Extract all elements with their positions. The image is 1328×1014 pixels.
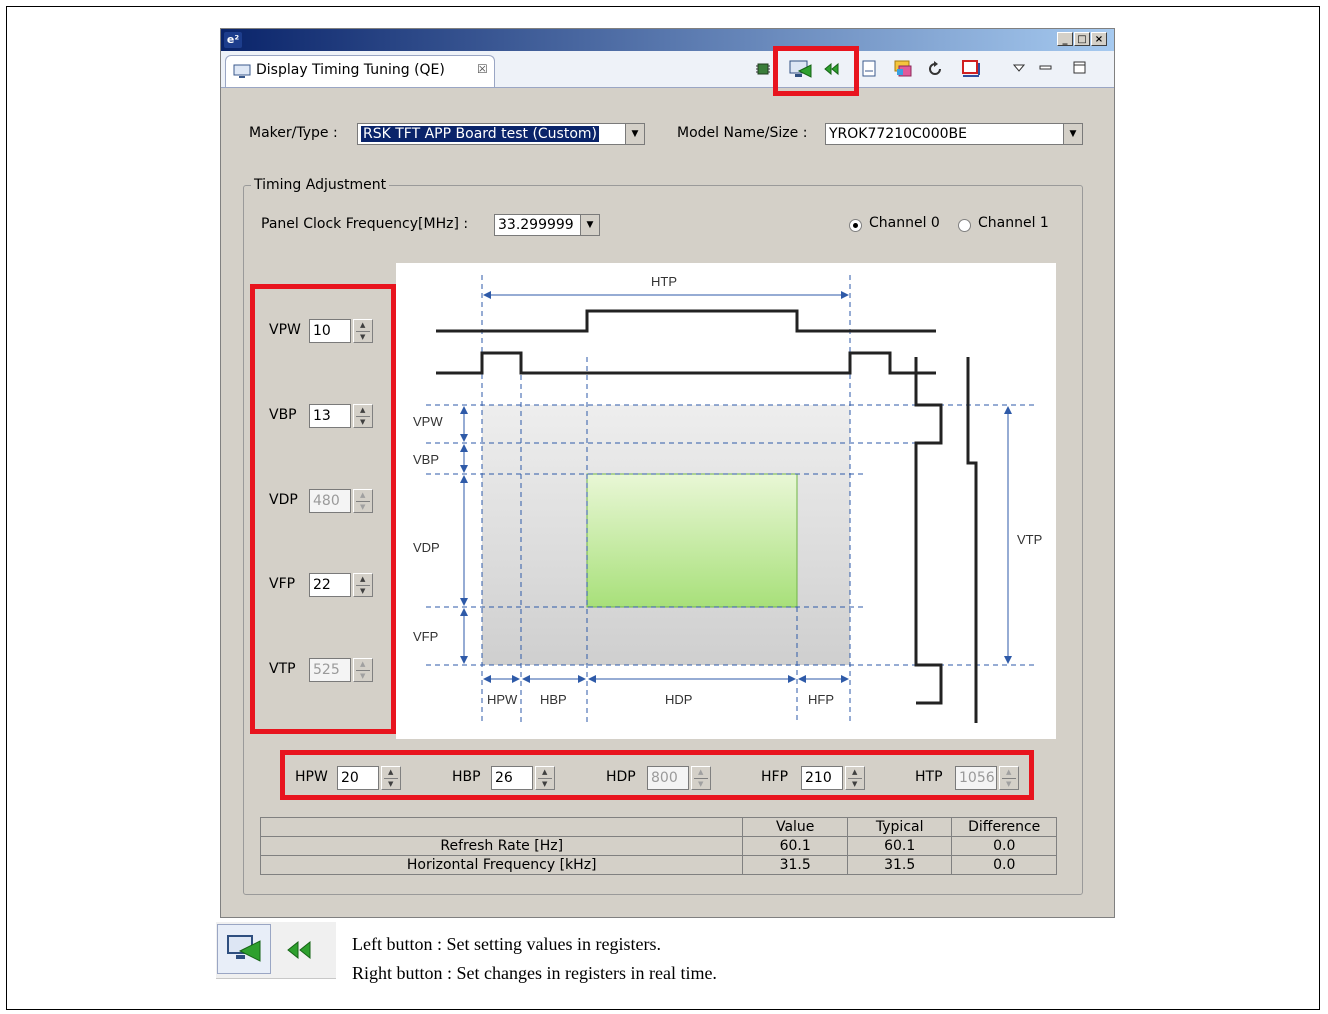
- channel0-radio[interactable]: [849, 219, 862, 232]
- maker-label: Maker/Type :: [249, 125, 338, 141]
- label-vfp: VFP: [413, 629, 438, 644]
- label-htp: HTP: [651, 274, 677, 289]
- model-value: YROK77210C000BE: [829, 126, 967, 142]
- monitor-icon[interactable]: [961, 60, 983, 78]
- caption-button-strip: [216, 922, 336, 979]
- tab-close-icon[interactable]: ☒: [477, 62, 488, 76]
- row-name: Horizontal Frequency [kHz]: [259, 855, 744, 875]
- row-value: 31.5: [742, 855, 848, 875]
- maker-value: RSK TFT APP Board test (Custom): [361, 126, 600, 142]
- channel1-label: Channel 1: [978, 215, 1049, 231]
- chevron-down-icon: ▼: [625, 124, 644, 144]
- monitor-tab-icon: [233, 64, 251, 78]
- palette-icon[interactable]: [893, 59, 915, 79]
- display-area: [586, 473, 798, 608]
- table-row: Refresh Rate [Hz] 60.1 60.1 0.0: [259, 836, 1057, 856]
- label-hfp: HFP: [808, 692, 834, 707]
- header-value: Value: [742, 817, 848, 837]
- close-button[interactable]: ×: [1091, 32, 1107, 46]
- maximize-view-icon[interactable]: [1073, 61, 1087, 75]
- chevron-down-icon: ▼: [1063, 124, 1082, 144]
- channel1-radio[interactable]: [958, 219, 971, 232]
- header-typical: Typical: [846, 817, 953, 837]
- minimize-button[interactable]: _: [1057, 32, 1073, 46]
- timing-group-label: Timing Adjustment: [251, 177, 390, 193]
- label-hdp: HDP: [665, 692, 692, 707]
- row-typical: 60.1: [846, 836, 953, 856]
- row-difference: 0.0: [951, 836, 1057, 856]
- maker-select[interactable]: RSK TFT APP Board test (Custom) ▼: [357, 123, 645, 145]
- minimize-view-icon[interactable]: [1039, 63, 1053, 73]
- label-hbp: HBP: [540, 692, 567, 707]
- view-tab-bar: Display Timing Tuning (QE) ☒: [221, 51, 1114, 88]
- row-typical: 31.5: [846, 855, 953, 875]
- model-select[interactable]: YROK77210C000BE ▼: [825, 123, 1083, 145]
- toolbar-highlight: [773, 46, 859, 96]
- caption-line-1: Left button : Set setting values in regi…: [352, 934, 661, 954]
- view-menu-icon[interactable]: [1013, 63, 1025, 73]
- set-registers-icon: [227, 935, 261, 962]
- tab-title: Display Timing Tuning (QE): [256, 62, 445, 78]
- header-name: [259, 817, 744, 837]
- table-header-row: Value Typical Difference: [259, 817, 1057, 837]
- label-hpw: HPW: [487, 692, 518, 707]
- clock-select[interactable]: 33.299999 ▼: [494, 214, 600, 236]
- label-vbp: VBP: [413, 452, 439, 467]
- label-vpw: VPW: [413, 414, 443, 429]
- model-label: Model Name/Size :: [677, 125, 808, 141]
- clock-label: Panel Clock Frequency[MHz] :: [261, 216, 469, 232]
- chip-icon[interactable]: [755, 61, 771, 77]
- label-vtp: VTP: [1017, 532, 1042, 547]
- timing-diagram: HTP VPW VBP VDP VFP VTP HPW HBP HDP HFP: [396, 263, 1056, 739]
- horizontal-highlight: [280, 750, 1034, 800]
- clock-value: 33.299999: [498, 217, 574, 233]
- chevron-down-icon: ▼: [580, 215, 599, 235]
- label-vdp: VDP: [413, 540, 440, 555]
- header-difference: Difference: [951, 817, 1057, 837]
- channel0-label: Channel 0: [869, 215, 940, 231]
- results-table: Value Typical Difference Refresh Rate [H…: [259, 817, 1057, 875]
- realtime-registers-icon[interactable]: [286, 938, 314, 962]
- row-name: Refresh Rate [Hz]: [259, 836, 744, 856]
- row-difference: 0.0: [951, 855, 1057, 875]
- refresh-icon[interactable]: [927, 61, 945, 77]
- caption-line-2: Right button : Set changes in registers …: [352, 963, 717, 983]
- set-registers-button[interactable]: [217, 924, 271, 974]
- title-bar[interactable]: e² _ □ ×: [221, 29, 1114, 51]
- row-value: 60.1: [742, 836, 848, 856]
- vertical-highlight: [250, 284, 396, 734]
- app-icon: e²: [224, 32, 242, 48]
- tab-display-timing[interactable]: Display Timing Tuning (QE) ☒: [225, 55, 495, 87]
- table-row: Horizontal Frequency [kHz] 31.5 31.5 0.0: [259, 855, 1057, 875]
- doc-icon[interactable]: [861, 60, 877, 78]
- maximize-button[interactable]: □: [1074, 32, 1090, 46]
